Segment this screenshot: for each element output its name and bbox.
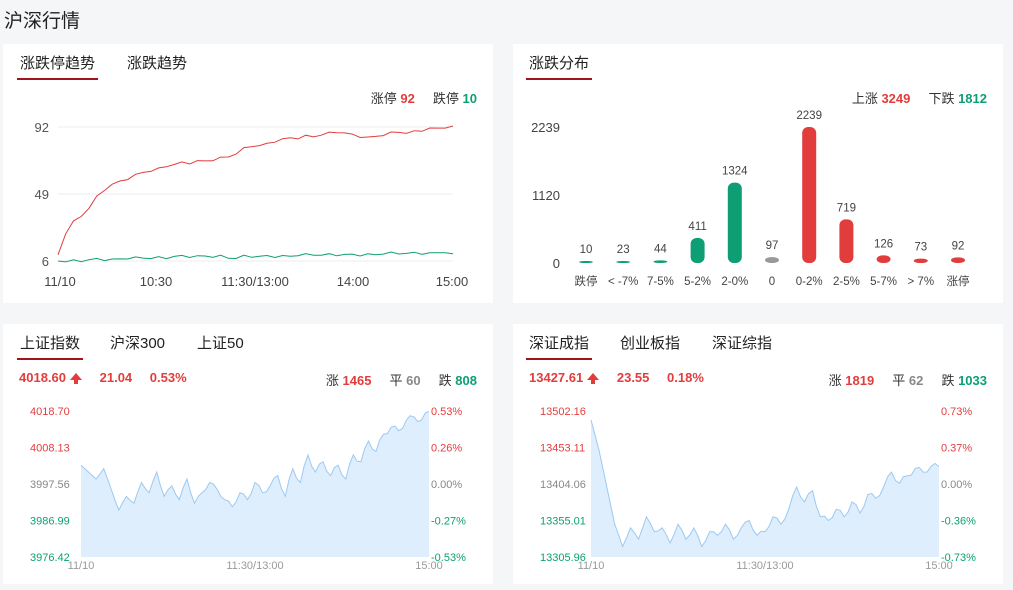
x-tick-label: > 7% (908, 276, 935, 288)
sz-index-chart: 13502.16 0.73% 13453.11 0.37% 13404.06 0.00% 1… (540, 406, 976, 572)
x-tick-label: 11/10 (44, 274, 76, 289)
bar-value-label: 92 (952, 240, 965, 252)
limit-trend-panel: 涨跌停趋势 涨跌趋势 涨停 92 跌停 10 92 49 6 11/10 10:30 11… (3, 44, 493, 303)
y-tick-label: 13404.06 (540, 479, 586, 491)
y-tick-label: 4018.70 (30, 406, 70, 418)
y-right-tick-label: -0.27% (431, 516, 466, 528)
x-tick-label: 0-2% (796, 276, 823, 288)
bar-value-label: 97 (766, 240, 779, 252)
bar (839, 219, 854, 263)
x-tick-label: 0 (769, 276, 775, 288)
x-tick-label: 15:00 (925, 560, 953, 572)
x-tick-label: 5-7% (870, 276, 897, 288)
bar-value-label: 1324 (722, 166, 748, 178)
y-tick-label: 6 (42, 254, 49, 269)
sz-index-panel: 深证成指 创业板指 深证综指 13427.61 23.55 0.18% 涨 18… (513, 324, 1003, 584)
x-tick-label: 15:00 (415, 560, 443, 572)
sh-index-panel: 上证指数 沪深300 上证50 4018.60 21.04 0.53% 涨 14… (3, 324, 493, 584)
y-tick-label: 92 (35, 120, 49, 135)
x-tick-label: 7-5% (647, 276, 674, 288)
y-tick-label: 13355.01 (540, 516, 586, 528)
sh-index-chart: 4018.70 0.53% 4008.13 0.26% 3997.56 0.00% 3986… (30, 406, 466, 572)
x-tick-label: 跌停 (575, 274, 598, 288)
x-tick-label: 5-2% (684, 276, 711, 288)
y-tick-label: 3986.99 (30, 516, 70, 528)
bar (913, 258, 928, 263)
y-right-tick-label: -0.36% (941, 516, 976, 528)
bar (653, 260, 668, 263)
y-tick-label: 49 (35, 187, 49, 202)
y-tick-label: 3997.56 (30, 479, 70, 491)
bar-value-label: 126 (874, 238, 893, 250)
x-tick-label: 15:00 (436, 274, 469, 289)
updown-distribution-chart: 2239 1120 0 10 跌停 23 < -7% 44 7-5% 411 5-2% 1324 2-0… (531, 110, 970, 288)
bar (802, 127, 817, 263)
x-tick-label: 11:30/13:00 (226, 560, 283, 572)
bar (727, 182, 742, 263)
x-tick-label: 2-0% (721, 276, 748, 288)
x-tick-label: < -7% (608, 276, 638, 288)
bar-value-label: 10 (580, 244, 593, 256)
y-tick-label: 2239 (531, 120, 560, 135)
x-tick-label: 2-5% (833, 276, 860, 288)
x-tick-label: 11/10 (68, 560, 95, 572)
bar (765, 257, 779, 263)
bar (690, 238, 705, 263)
y-tick-label: 13453.11 (540, 443, 585, 455)
bar-value-label: 411 (688, 221, 706, 233)
x-tick-label: 10:30 (140, 274, 173, 289)
area-fill (81, 411, 429, 557)
y-right-tick-label: 0.00% (941, 479, 972, 491)
x-tick-label: 14:00 (337, 274, 370, 289)
y-tick-label: 4008.13 (30, 443, 70, 455)
bar (579, 261, 593, 263)
x-tick-label: 11/10 (578, 560, 605, 572)
page-title: 沪深行情 (4, 11, 81, 32)
x-tick-label: 11:30/13:00 (736, 560, 793, 572)
bar-value-label: 2239 (796, 110, 822, 122)
x-tick-label: 11:30/13:00 (221, 274, 289, 289)
x-tick-label: 涨停 (947, 274, 970, 288)
y-right-tick-label: 0.73% (941, 406, 972, 418)
series-line-limit-down (57, 251, 454, 263)
y-right-tick-label: 0.37% (941, 443, 972, 455)
y-tick-label: 3976.42 (30, 552, 70, 564)
bar (876, 255, 891, 263)
limit-trend-chart: 92 49 6 11/10 10:30 11:30/13:00 14:00 15:00 (35, 120, 469, 289)
series-line-limit-up (57, 125, 454, 255)
y-right-tick-label: 0.53% (431, 406, 462, 418)
y-right-tick-label: 0.00% (431, 479, 462, 491)
y-tick-label: 13502.16 (540, 406, 586, 418)
bar (951, 257, 965, 263)
y-right-tick-label: 0.26% (431, 443, 462, 455)
bar-value-label: 73 (914, 242, 927, 254)
bar-value-label: 44 (654, 243, 667, 255)
bar-value-label: 23 (617, 244, 630, 256)
bar (616, 261, 631, 263)
bar-value-label: 719 (837, 202, 856, 214)
y-tick-label: 0 (553, 256, 560, 271)
updown-distribution-panel: 涨跌分布 上涨 3249 下跌 1812 2239 1120 0 10 跌停 23 < -7… (513, 44, 1003, 303)
area-fill (591, 420, 939, 557)
y-tick-label: 1120 (532, 188, 560, 203)
